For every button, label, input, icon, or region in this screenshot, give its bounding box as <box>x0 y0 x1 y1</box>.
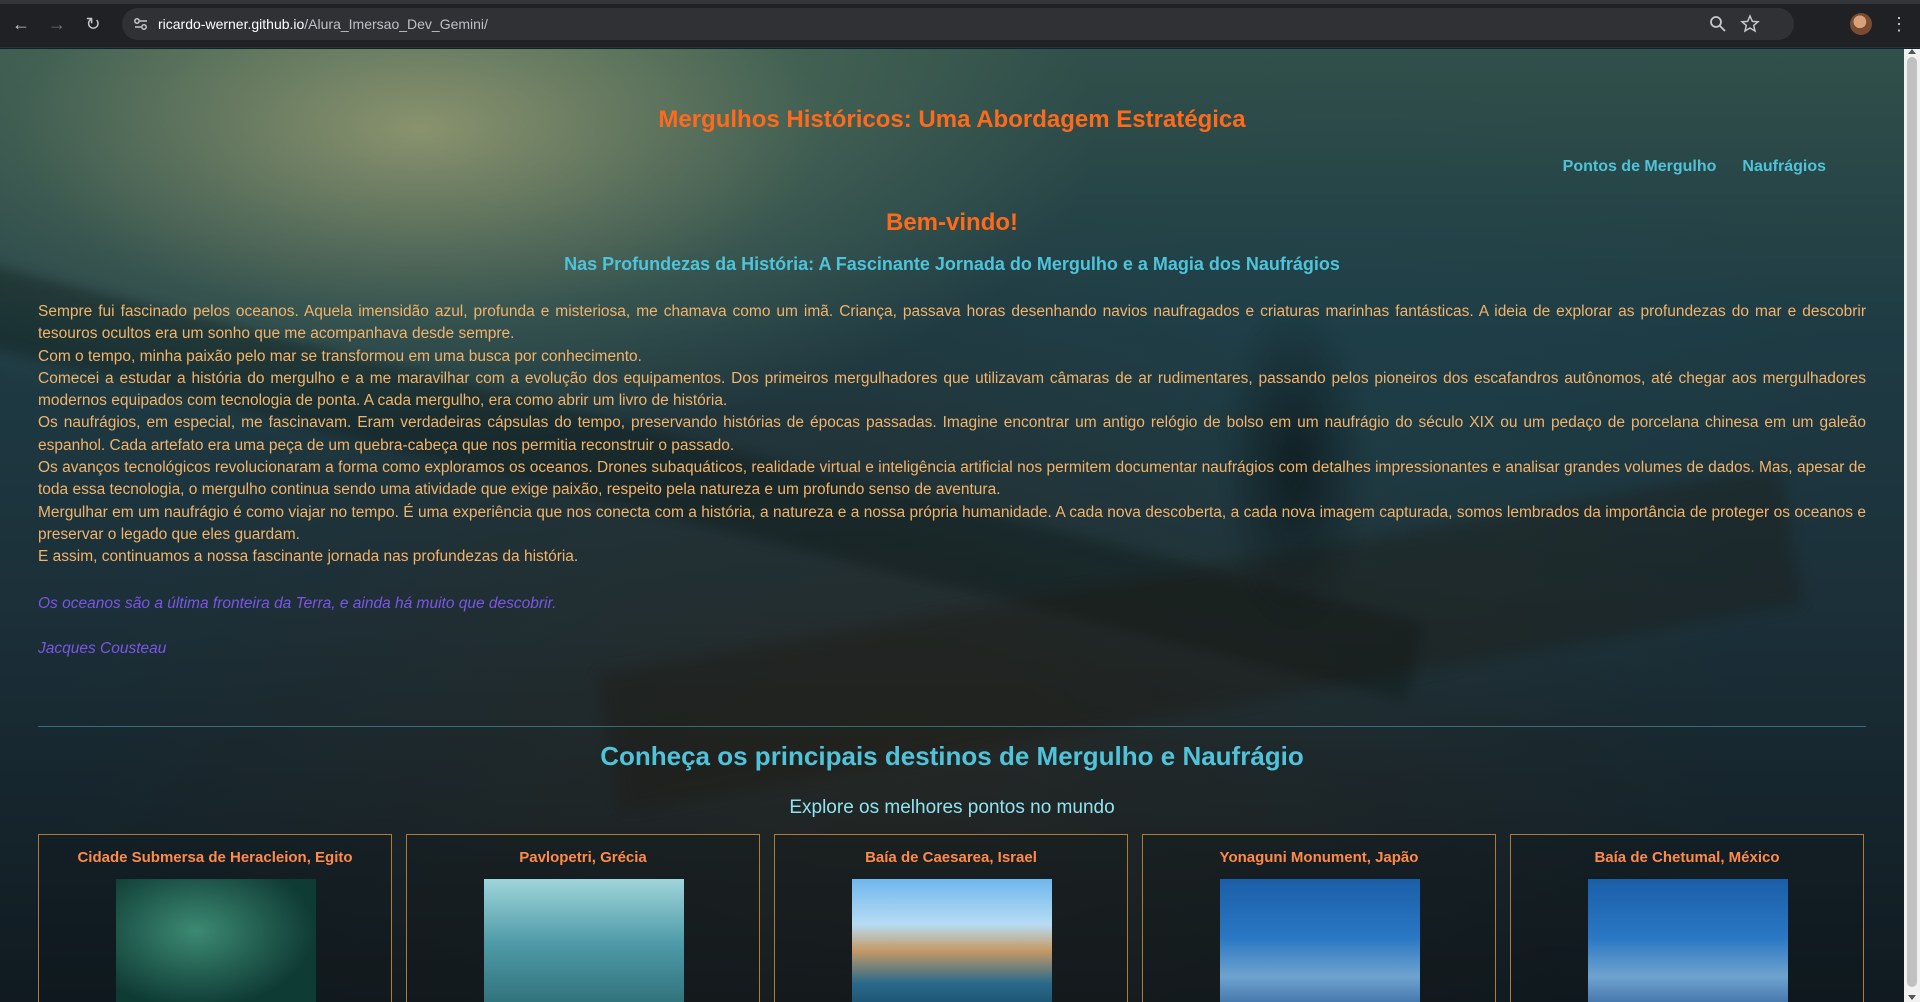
story-paragraph: Sempre fui fascinado pelos oceanos. Aque… <box>38 303 1866 343</box>
story-paragraph: Os avanços tecnológicos revolucionaram a… <box>38 459 1866 499</box>
url-text[interactable]: ricardo-werner.github.io/Alura_Imersao_D… <box>158 16 488 32</box>
forward-icon[interactable]: → <box>45 12 69 36</box>
destination-card[interactable]: Pavlopetri, Grécia <box>406 834 760 1002</box>
page-scrollbar[interactable] <box>1904 49 1920 1002</box>
bookmark-star-icon[interactable] <box>1740 14 1760 34</box>
tab-strip-edge <box>0 0 1920 4</box>
destination-card[interactable]: Yonaguni Monument, Japão <box>1142 834 1496 1002</box>
url-host: ricardo-werner.github.io <box>158 16 305 32</box>
destination-card[interactable]: Baía de Caesarea, Israel <box>774 834 1128 1002</box>
destination-card[interactable]: Cidade Submersa de Heracleion, Egito <box>38 834 392 1002</box>
story-paragraph: Com o tempo, minha paixão pelo mar se tr… <box>38 347 642 365</box>
intro-story: Sempre fui fascinado pelos oceanos. Aque… <box>38 301 1866 569</box>
destination-image[interactable] <box>116 879 316 1002</box>
nav-link-pontos-de-mergulho[interactable]: Pontos de Mergulho <box>1563 158 1717 176</box>
browser-menu-icon[interactable]: ⋮ <box>1890 12 1908 36</box>
address-bar[interactable]: ricardo-werner.github.io/Alura_Imersao_D… <box>122 8 1794 40</box>
back-icon[interactable]: ← <box>9 12 33 36</box>
destinations-title: Conheça os principais destinos de Mergul… <box>600 741 1304 771</box>
destination-card-title: Baía de Caesarea, Israel <box>865 849 1037 866</box>
destination-card-title: Pavlopetri, Grécia <box>519 849 647 866</box>
scrollbar-thumb[interactable] <box>1907 57 1917 987</box>
destination-image[interactable] <box>484 879 684 1002</box>
zoom-icon[interactable] <box>1708 14 1728 34</box>
profile-avatar[interactable] <box>1850 13 1872 35</box>
story-paragraph: Mergulhar em um naufrágio é como viajar … <box>38 503 1866 543</box>
scroll-up-icon[interactable] <box>1908 49 1916 54</box>
destination-image[interactable] <box>852 879 1052 1002</box>
welcome-heading: Bem-vindo! <box>886 209 1018 236</box>
destination-cards: Cidade Submersa de Heracleion, Egito Pav… <box>38 834 1866 1002</box>
destination-card-title: Baía de Chetumal, México <box>1594 849 1780 866</box>
reload-icon[interactable]: ↻ <box>81 12 105 36</box>
quote-author: Jacques Cousteau <box>38 640 167 657</box>
section-divider <box>38 726 1866 727</box>
site-title: Mergulhos Históricos: Uma Abordagem Estr… <box>658 106 1246 133</box>
story-paragraph: E assim, continuamos a nossa fascinante … <box>38 548 579 566</box>
story-paragraph: Comecei a estudar a história do mergulho… <box>38 369 1866 410</box>
site-settings-icon[interactable] <box>132 15 150 33</box>
story-paragraph: Os naufrágios, em especial, me fascinava… <box>38 414 1866 454</box>
browser-toolbar: ← → ↻ ricardo-werner.github.io/Alura_Ime… <box>0 0 1920 48</box>
main-nav: Pontos de Mergulho Naufrágios <box>1563 158 1826 176</box>
intro-subtitle: Nas Profundezas da História: A Fascinant… <box>564 254 1340 274</box>
nav-link-naufragios[interactable]: Naufrágios <box>1742 158 1826 176</box>
quote-text: Os oceanos são a última fronteira da Ter… <box>38 595 557 612</box>
destination-card-title: Yonaguni Monument, Japão <box>1219 849 1419 866</box>
destination-image[interactable] <box>1588 879 1788 1002</box>
destination-card-title: Cidade Submersa de Heracleion, Egito <box>77 849 353 866</box>
url-path: /Alura_Imersao_Dev_Gemini/ <box>304 16 488 32</box>
scroll-down-icon[interactable] <box>1908 995 1916 1000</box>
page-viewport: Mergulhos Históricos: Uma Abordagem Estr… <box>0 49 1904 1002</box>
destination-image[interactable] <box>1220 879 1420 1002</box>
destination-card[interactable]: Baía de Chetumal, México <box>1510 834 1864 1002</box>
destinations-subtitle: Explore os melhores pontos no mundo <box>789 797 1115 818</box>
